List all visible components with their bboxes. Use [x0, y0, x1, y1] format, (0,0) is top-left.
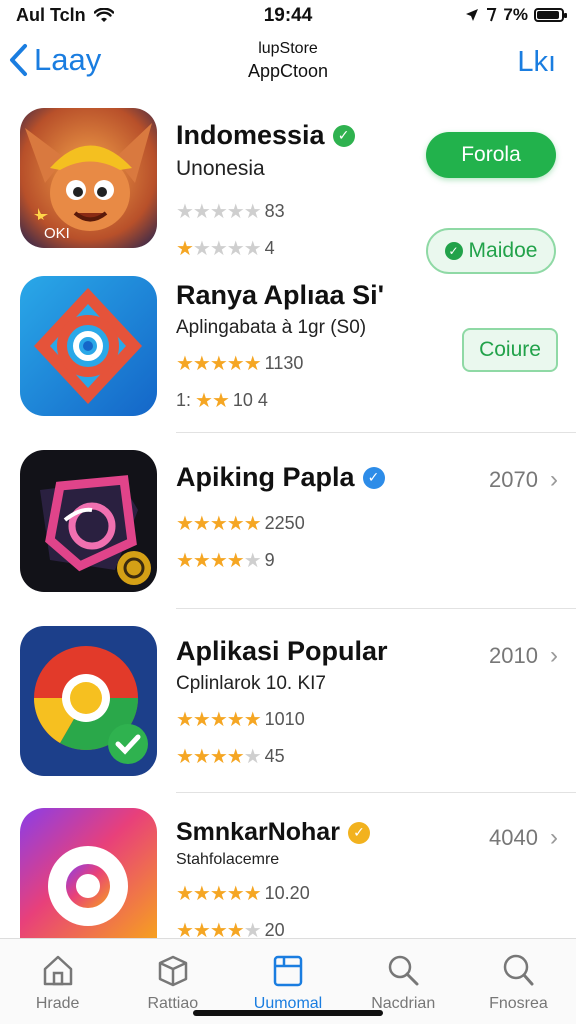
app-subtitle: Aplingabata à 1gr (S0) [176, 317, 367, 338]
tab-label: Fnosrea [489, 995, 548, 1012]
chevron-right-icon: › [550, 824, 558, 851]
star-rating-icon: ★★★★★ [176, 550, 262, 572]
rating-count: 10.20 [264, 883, 310, 903]
rating-count: 10 4 [232, 390, 268, 410]
rating-line: 1: ★★ 10 4 [176, 388, 384, 413]
app-size: 2070 [489, 467, 538, 492]
rating-count: 1010 [264, 709, 305, 729]
star-rating-icon: ★★★★★ [176, 883, 262, 905]
list-item[interactable]: Apiking Papla ✓ ★★★★★ 2250 ★★★★★ 9 2070 … [0, 450, 576, 600]
house-icon [43, 955, 72, 986]
app-name-text: Apiking Papla [176, 462, 355, 492]
rating-line: ★★★★★ 1130 [176, 351, 384, 376]
app-size-link[interactable]: 2010 › [489, 642, 558, 670]
rating-count: 1130 [264, 353, 304, 373]
app-name: Apiking Papla ✓ [176, 462, 385, 493]
location-arrow-icon [466, 9, 479, 21]
star-rating-icon: ★★★★★ [176, 353, 262, 375]
tab-search-2[interactable]: Fnosrea [461, 939, 576, 1024]
alarm-icon [487, 8, 497, 22]
battery-icon [534, 8, 567, 22]
rating-count: 83 [264, 201, 285, 221]
app-icon-swirl [20, 276, 157, 416]
app-icon-cartoon: OKI [20, 108, 157, 248]
list-item[interactable]: SmnkarNohar ✓ Stahfolacemre ★★★★★ 10.20 … [0, 808, 576, 942]
apps-icon [273, 955, 303, 987]
rating-count: 45 [264, 746, 285, 766]
rating-line: ★★★★★ 10.20 [176, 881, 370, 906]
app-name: SmnkarNohar ✓ [176, 818, 370, 847]
divider [176, 608, 576, 609]
verified-check-icon: ✓ [332, 124, 355, 147]
star-rating-icon: ★★★★★ [176, 238, 262, 260]
app-subtitle: Unonesia [176, 157, 265, 180]
update-button[interactable]: Coiure [462, 328, 558, 372]
app-icon-chrome-like [20, 626, 157, 776]
app-size-link[interactable]: 4040 › [489, 824, 558, 852]
list-item[interactable]: Aplikasi Popular Cplinlarok 10. KI7 ★★★★… [0, 626, 576, 786]
tab-home[interactable]: Hrade [0, 939, 115, 1024]
rating-line: ★★★★★ 4 [176, 236, 355, 261]
nav-right-button[interactable]: Lkı [517, 46, 556, 79]
get-button[interactable]: Forola [426, 132, 556, 178]
divider [176, 792, 576, 793]
app-info: Ranya Aplıaa Si' Aplingabata à 1gr (S0) … [176, 280, 384, 413]
search-icon [388, 955, 419, 986]
app-subtitle: Stahfolacemre [176, 851, 280, 868]
navigation-bar: Laay lupStore AppCtoon Lkı [0, 36, 576, 92]
status-right: 7% [465, 5, 567, 25]
chevron-right-icon: › [550, 466, 558, 493]
icon-caption: OKI [44, 225, 70, 242]
star-rating-icon: ★★★★★ [176, 201, 262, 223]
app-info: Apiking Papla ✓ ★★★★★ 2250 ★★★★★ 9 [176, 462, 385, 573]
app-info: SmnkarNohar ✓ Stahfolacemre ★★★★★ 10.20 … [176, 818, 370, 943]
app-name-text: Indomessia [176, 120, 325, 150]
rating-line: ★★★★★ 83 [176, 199, 355, 224]
verified-badge-icon: ✓ [362, 466, 385, 489]
search-icon [504, 954, 534, 986]
battery-percent: 7% [503, 5, 528, 24]
home-indicator[interactable] [193, 1010, 383, 1016]
rating-line: ★★★★★ 45 [176, 744, 388, 769]
rating-line: ★★★★★ 9 [176, 548, 385, 573]
check-icon: ✓ [444, 242, 463, 260]
page-title: lupStore AppCtoon [0, 38, 576, 82]
installed-label: Maidoe [468, 239, 538, 262]
app-icon-shield [20, 450, 157, 592]
status-bar: Aul Tcln 19:44 7% [0, 0, 576, 30]
app-info: Aplikasi Popular Cplinlarok 10. KI7 ★★★★… [176, 636, 388, 769]
star-rating-icon: ★★ [195, 390, 230, 412]
tab-label: Rattiao [147, 995, 199, 1012]
rating-count: 4 [264, 238, 275, 258]
box-icon [158, 955, 188, 987]
rating-count: 9 [264, 550, 275, 570]
app-name: Aplikasi Popular [176, 636, 388, 666]
installed-button[interactable]: ✓ Maidoe [426, 228, 556, 274]
app-info: Indomessia ✓ Unonesia ★★★★★ 83 ★★★★★ 4 [176, 120, 355, 261]
chevron-right-icon: › [550, 642, 558, 669]
rating-line: ★★★★★ 2250 [176, 511, 385, 536]
app-size: 4040 [489, 825, 538, 850]
page-title-line1: lupStore [258, 40, 318, 57]
divider [176, 432, 576, 433]
list-item[interactable]: Ranya Aplıaa Si' Aplingabata à 1gr (S0) … [0, 276, 576, 436]
star-rating-icon: ★★★★★ [176, 513, 262, 535]
star-rating-icon: ★★★★★ [176, 709, 262, 731]
app-size-link[interactable]: 2070 › [489, 466, 558, 494]
page-title-line2: AppCtoon [247, 61, 329, 81]
list-item[interactable]: OKI Indomessia ✓ Unonesia ★★★★★ 83 ★★★★★… [0, 108, 576, 274]
rating-count: 2250 [264, 513, 305, 533]
tab-bar: Hrade Rattiao Uumomal Nacdrian Fnosrea [0, 938, 576, 1024]
app-name-text: SmnkarNohar [176, 818, 340, 846]
tab-label: Hrade [35, 995, 80, 1012]
app-icon-camera [20, 808, 157, 938]
verified-badge-icon: ✓ [347, 821, 370, 844]
rating-prefix: 1: [176, 390, 192, 410]
app-name: Ranya Aplıaa Si' [176, 280, 384, 310]
star-rating-icon: ★★★★★ [176, 746, 262, 768]
app-subtitle: Cplinlarok 10. KI7 [176, 673, 326, 694]
rating-line: ★★★★★ 1010 [176, 707, 388, 732]
app-size: 2010 [489, 643, 538, 668]
app-name: Indomessia ✓ [176, 120, 355, 151]
